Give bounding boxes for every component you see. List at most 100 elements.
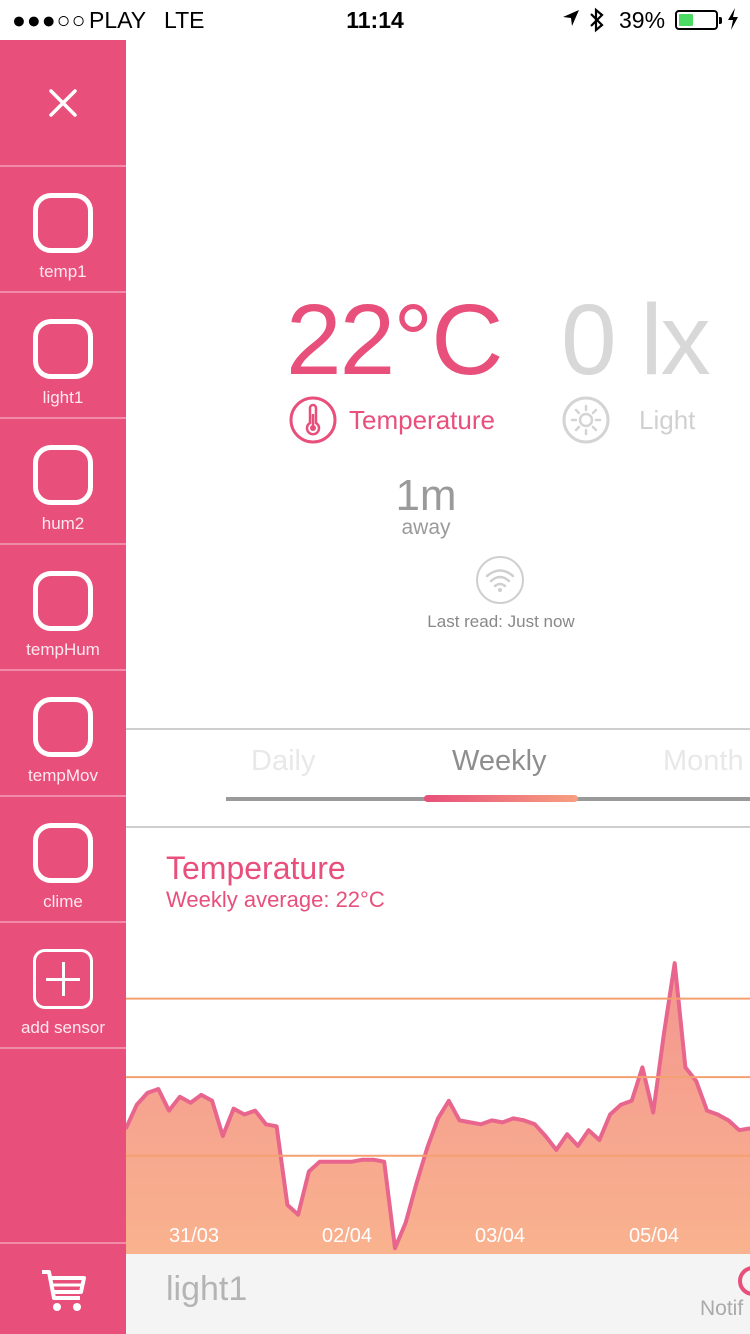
sensor-icon <box>33 445 93 505</box>
data-point <box>318 1160 322 1164</box>
data-point <box>694 1079 698 1083</box>
data-point <box>490 1118 494 1122</box>
current-sensor-name: light1 <box>166 1270 248 1308</box>
tab-monthly[interactable]: Month <box>663 745 744 778</box>
sensor-icon <box>33 319 93 379</box>
sensor-icon <box>33 571 93 631</box>
active-tab-indicator <box>424 795 578 802</box>
thermometer-icon <box>289 396 337 444</box>
distance-unit: away <box>401 516 451 539</box>
data-point <box>350 1160 354 1164</box>
data-point <box>436 1116 440 1120</box>
period-tabs: Daily Weekly Month <box>126 728 750 828</box>
light-label: Light <box>639 405 696 435</box>
data-point <box>285 1203 289 1207</box>
bluetooth-icon <box>588 7 606 39</box>
sensor-icon <box>33 823 93 883</box>
data-point <box>458 1118 461 1122</box>
data-point <box>522 1118 526 1122</box>
data-point <box>393 1246 397 1250</box>
data-point <box>307 1170 311 1173</box>
temperature-chart[interactable]: 31/03 02/04 03/04 05/04 <box>126 920 750 1254</box>
data-point <box>705 1109 709 1113</box>
sensor-label: tempMov <box>28 766 98 785</box>
sun-icon <box>562 396 610 444</box>
data-point <box>716 1113 720 1116</box>
data-point <box>199 1093 203 1097</box>
data-point <box>662 1032 666 1036</box>
x-tick-label: 31/03 <box>169 1225 219 1247</box>
notification-icon[interactable] <box>738 1266 750 1296</box>
sensor-icon <box>33 193 93 253</box>
data-point <box>296 1213 300 1217</box>
data-point <box>253 1109 257 1113</box>
tab-weekly[interactable]: Weekly <box>452 745 547 778</box>
sensor-label: tempHum <box>26 640 100 659</box>
data-point <box>608 1113 612 1116</box>
data-point <box>597 1138 601 1142</box>
data-point <box>264 1122 268 1126</box>
data-point <box>447 1099 451 1103</box>
sensor-label: clime <box>43 892 83 911</box>
battery-icon <box>675 10 722 30</box>
chart-subtitle: Weekly average: 22°C <box>166 887 385 912</box>
sensor-item-hum2[interactable]: hum2 <box>0 419 126 545</box>
temperature-label: Temperature <box>349 405 495 435</box>
notifications-label[interactable]: Notif <box>700 1297 743 1321</box>
charging-icon <box>726 7 740 37</box>
data-point <box>404 1221 408 1225</box>
data-point <box>371 1158 375 1162</box>
location-arrow-icon <box>560 7 582 35</box>
data-point <box>468 1120 472 1124</box>
sensor-item-clime[interactable]: clime <box>0 797 126 923</box>
data-point <box>328 1160 332 1164</box>
last-read-text: Last read: Just now <box>427 612 575 631</box>
data-point <box>511 1116 515 1120</box>
light-value: 0 lx <box>561 284 711 396</box>
data-point <box>683 1065 687 1069</box>
data-point <box>533 1122 537 1126</box>
data-point <box>630 1099 634 1103</box>
plus-icon <box>33 949 93 1009</box>
tab-daily[interactable]: Daily <box>251 745 315 778</box>
sensor-item-light1[interactable]: light1 <box>0 293 126 419</box>
data-point <box>189 1101 193 1105</box>
temperature-value: 22°C <box>286 284 503 396</box>
data-point <box>339 1160 343 1164</box>
sensor-detail: 22°C 0 lx Temperature Light 1m away Last… <box>126 40 750 1334</box>
sensor-item-tempmov[interactable]: tempMov <box>0 671 126 797</box>
data-point <box>361 1158 365 1162</box>
sensor-icon <box>33 697 93 757</box>
x-tick-label: 02/04 <box>322 1225 372 1247</box>
data-point <box>727 1118 730 1122</box>
shop-button[interactable] <box>0 1242 126 1334</box>
data-point <box>242 1113 246 1116</box>
sensor-sidebar: temp1 light1 hum2 tempHum tempMov clime … <box>0 40 126 1334</box>
data-point <box>425 1146 429 1150</box>
wifi-icon <box>476 556 524 604</box>
data-point <box>156 1087 160 1091</box>
data-point <box>565 1132 569 1136</box>
sensor-label: temp1 <box>39 262 87 281</box>
sensor-item-temphum[interactable]: tempHum <box>0 545 126 671</box>
battery-fill <box>679 14 693 26</box>
distance-value: 1m <box>395 471 457 520</box>
bottom-bar: light1 Notif <box>126 1254 750 1334</box>
sensor-label: light1 <box>42 388 84 407</box>
data-point <box>673 961 677 965</box>
data-point <box>210 1099 214 1103</box>
data-point <box>146 1091 149 1095</box>
sensor-label: hum2 <box>41 514 85 533</box>
close-icon <box>49 88 77 117</box>
data-point <box>479 1122 483 1126</box>
add-sensor-button[interactable]: add sensor <box>0 923 126 1049</box>
data-point <box>167 1109 171 1113</box>
data-point <box>544 1134 548 1138</box>
data-point <box>619 1103 623 1107</box>
data-point <box>651 1111 655 1114</box>
battery-percent: 39% <box>619 7 666 33</box>
x-tick-label: 03/04 <box>475 1225 525 1247</box>
close-button[interactable] <box>0 40 126 167</box>
data-point <box>221 1134 225 1138</box>
sensor-item-temp1[interactable]: temp1 <box>0 167 126 293</box>
